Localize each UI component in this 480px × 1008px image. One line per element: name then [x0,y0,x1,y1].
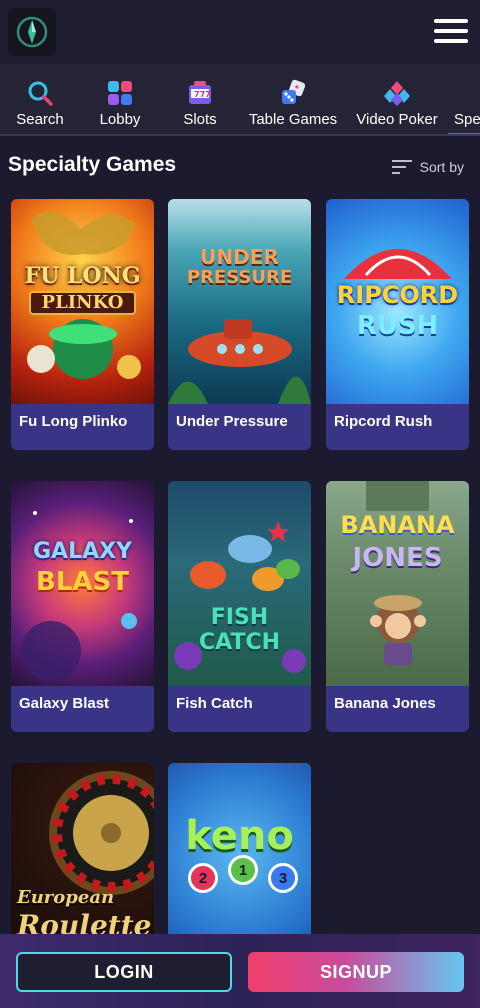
nav-label-search: Search [16,111,64,128]
signup-button[interactable]: SIGNUP [248,952,464,992]
game-title: Fish Catch [176,695,253,712]
sort-by-button[interactable]: Sort by [391,156,464,178]
art-title-line1: European [17,887,115,908]
submarine-art [168,319,311,404]
nav-item-video-poker[interactable]: Video Poker [354,64,440,136]
nav-item-specialty[interactable]: Spe [454,64,480,136]
art-title-line1: FISH CATCH [198,605,281,655]
art-title-line1: keno [185,813,294,859]
game-thumbnail: RIPCORD RUSH [326,199,469,404]
keno-ball: 3 [268,863,298,893]
game-thumbnail: UNDER PRESSURE [168,199,311,404]
nav-label-lobby: Lobby [99,111,141,128]
page-title: Specialty Games [8,153,177,176]
art-title-line1: UNDER [200,245,279,269]
nav-item-slots[interactable]: 777 Slots [180,64,220,136]
sort-icon [391,160,412,174]
art-title-line2: PLINKO [29,291,136,315]
art-title-line1: FU LONG [24,263,141,289]
game-card-banana-jones[interactable]: BANANA JONES Banana Jones [326,481,469,732]
art-title-line1: GALAXY [32,539,133,564]
top-header [0,0,480,64]
game-thumbnail: GALAXY BLAST [11,481,154,686]
nav-item-table-games[interactable]: Table Games [246,64,340,136]
keno-ball: 1 [228,855,258,885]
art-title-line2: RUSH [356,311,439,341]
game-thumbnail: FISH CATCH [168,481,311,686]
card-suits-icon [384,81,410,106]
game-card-fish-catch[interactable]: FISH CATCH Fish Catch [168,481,311,732]
game-thumbnail: BANANA JONES [326,481,469,686]
nav-item-search[interactable]: Search [14,64,66,136]
art-title-line2: JONES [352,543,443,573]
art-title-line2: BLAST [36,567,129,597]
nav-divider [0,134,480,136]
game-card-under-pressure[interactable]: UNDER PRESSURE Under Pressure [168,199,311,450]
art-title-line2: PRESSURE [186,267,293,288]
game-card-fu-long-plinko[interactable]: FU LONG PLINKO Fu Long Plinko [11,199,154,450]
svg-text:777: 777 [194,90,211,99]
compass-gem-logo-icon [16,16,48,48]
game-title: Banana Jones [334,695,436,712]
category-nav: Search Lobby 777 Slots Table Games Video… [0,64,480,136]
game-thumbnail: FU LONG PLINKO [11,199,154,404]
art-title-line1: RIPCORD [336,281,459,309]
nav-item-lobby[interactable]: Lobby [96,64,144,136]
game-card-ripcord-rush[interactable]: RIPCORD RUSH Ripcord Rush [326,199,469,450]
hamburger-menu-icon[interactable] [434,16,468,46]
search-icon [28,81,53,106]
game-title: Galaxy Blast [19,695,110,712]
lobby-grid-icon [108,81,132,105]
sort-by-label: Sort by [419,159,464,175]
nav-label-specialty: Spe [454,111,480,128]
login-button[interactable]: LOGIN [16,952,232,992]
dice-icon [282,79,306,104]
game-title: Fu Long Plinko [19,413,128,430]
game-card-galaxy-blast[interactable]: GALAXY BLAST Galaxy Blast [11,481,154,732]
game-title: Ripcord Rush [334,413,433,430]
nav-label-table-games: Table Games [248,111,338,128]
game-title: Under Pressure [176,413,288,430]
keno-ball: 2 [188,863,218,893]
nav-label-video-poker: Video Poker [356,111,438,128]
auth-footer: LOGIN SIGNUP [0,934,480,1008]
slot-machine-icon: 777 [189,81,211,104]
art-title-line1: BANANA [340,511,455,539]
nav-label-slots: Slots [183,111,217,128]
site-logo[interactable] [8,8,56,56]
fish-art [174,521,306,673]
